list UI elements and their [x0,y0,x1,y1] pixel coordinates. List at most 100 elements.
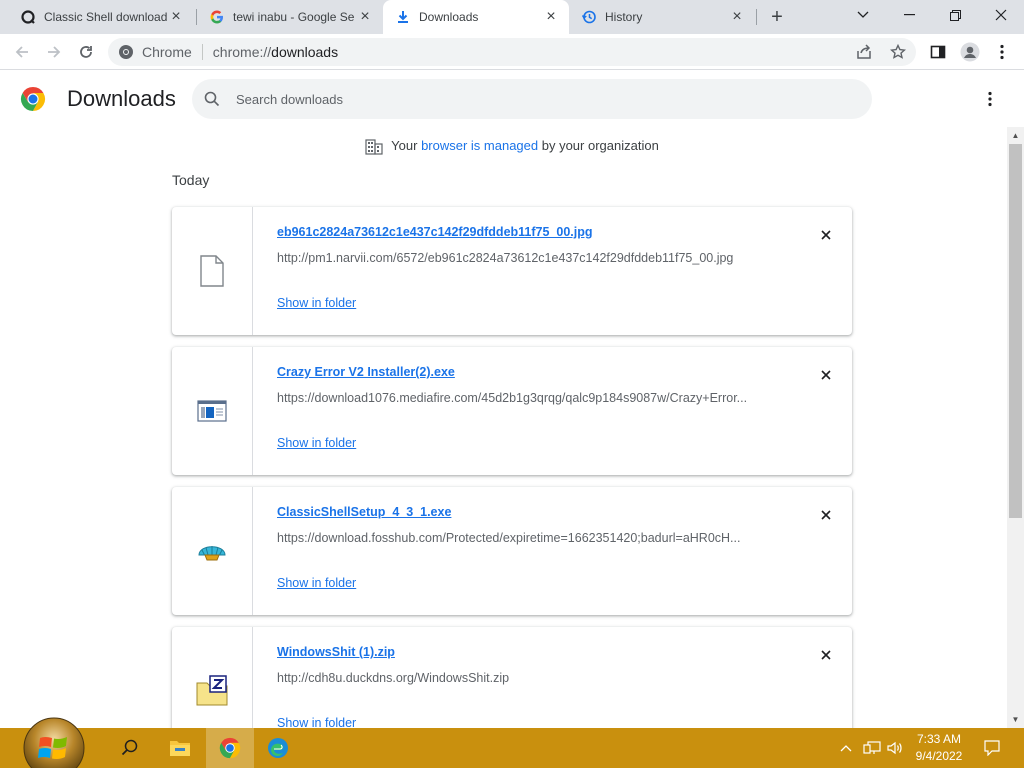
network-tray-button[interactable] [860,728,884,768]
downloads-header: Downloads [0,71,1024,127]
restore-icon [949,9,961,21]
close-tab-icon[interactable]: × [729,9,745,25]
zip-folder-icon [196,675,228,706]
chrome-menu-button[interactable] [990,40,1014,64]
forward-arrow-icon [48,46,61,58]
start-button[interactable] [22,716,86,768]
remove-download-button[interactable] [816,645,836,665]
chrome-logo-icon [20,87,46,111]
address-bar[interactable]: Chrome chrome://downloads [108,38,916,66]
remove-download-button[interactable] [816,365,836,385]
file-icon-column [172,487,253,615]
side-panel-button[interactable] [926,40,950,64]
download-item: eb961c2824a73612c1e437c142f29dfddeb11f75… [172,207,852,335]
scrollbar-thumb[interactable] [1009,144,1022,518]
speaker-icon [887,741,902,755]
tab-strip: Classic Shell download × tewi inabu - Go… [0,0,1024,34]
notification-icon [984,740,1000,756]
tab-title: Downloads [419,10,479,24]
tab-google-search[interactable]: tewi inabu - Google Se × [197,0,383,34]
site-chip-label: Chrome [142,44,192,60]
show-in-folder-link[interactable]: Show in folder [277,436,356,450]
download-item: ClassicShellSetup_4_3_1.exe https://down… [172,487,852,615]
reload-button[interactable] [74,40,98,64]
exe-window-icon [197,400,227,422]
download-filename-link[interactable]: WindowsShit (1).zip [277,645,395,659]
download-filename-link[interactable]: eb961c2824a73612c1e437c142f29dfddeb11f75… [277,225,593,239]
restore-button[interactable] [932,0,978,30]
share-button[interactable] [852,40,876,64]
search-box[interactable] [192,79,872,119]
back-button[interactable] [10,40,34,64]
close-tab-icon[interactable]: × [168,9,184,25]
taskbar-chrome[interactable] [206,728,254,768]
omnibox-divider [201,44,203,60]
chevron-down-icon [857,11,869,18]
scroll-down-arrow-icon[interactable]: ▼ [1007,711,1024,728]
forward-button[interactable] [42,40,66,64]
file-icon-column [172,347,253,475]
close-window-button[interactable] [978,0,1024,30]
reload-icon [80,46,92,58]
managed-link[interactable]: browser is managed [421,138,538,153]
close-tab-icon[interactable]: × [543,9,559,25]
remove-download-button[interactable] [816,225,836,245]
show-in-folder-link[interactable]: Show in folder [277,296,356,310]
search-input[interactable] [236,91,836,107]
search-icon [204,91,220,107]
building-icon [365,138,383,155]
side-panel-icon [930,45,946,59]
chevron-up-icon [840,745,852,752]
taskbar-clock[interactable]: 7:33 AM 9/4/2022 [904,731,974,765]
minimize-button[interactable] [886,0,932,30]
taskbar-edge[interactable] [254,728,302,768]
google-icon [209,9,225,25]
download-filename-link[interactable]: Crazy Error V2 Installer(2).exe [277,365,455,379]
bookmark-button[interactable] [886,40,910,64]
clock-time: 7:33 AM [916,732,962,746]
new-tab-button[interactable]: + [766,6,788,28]
download-source-url[interactable]: https://download1076.mediafire.com/45d2b… [277,391,747,405]
show-hidden-icons-button[interactable] [836,728,856,768]
tab-downloads[interactable]: Downloads × [383,0,569,34]
network-icon [863,741,881,754]
download-source-url[interactable]: http://pm1.narvii.com/6572/eb961c2824a73… [277,251,733,265]
close-tab-icon[interactable]: × [357,9,373,25]
download-source-url[interactable]: https://download.fosshub.com/Protected/e… [277,531,740,545]
chrome-icon [119,45,133,59]
show-in-folder-link[interactable]: Show in folder [277,576,356,590]
managed-notice: Your browser is managed by your organiza… [0,138,1024,155]
site-info-chip[interactable]: Chrome [118,44,192,60]
scroll-up-arrow-icon[interactable]: ▲ [1007,127,1024,144]
tab-title: Classic Shell download [44,10,168,24]
page-scrollbar[interactable]: ▲ ▼ [1007,127,1024,728]
close-icon [821,230,831,240]
avatar-icon [960,42,980,62]
close-icon [821,510,831,520]
remove-download-button[interactable] [816,505,836,525]
managed-text-before: Your [391,138,422,153]
page-title: Downloads [67,86,176,111]
download-source-url[interactable]: http://cdh8u.duckdns.org/WindowsShit.zip [277,671,509,685]
browser-toolbar: Chrome chrome://downloads [0,34,1024,70]
taskbar-search-button[interactable] [106,728,154,768]
clock-date: 9/4/2022 [915,749,963,763]
file-icon-column [172,207,253,335]
managed-text-after: by your organization [538,138,659,153]
kebab-menu-icon [988,91,992,107]
star-icon [890,44,906,59]
close-icon [821,370,831,380]
generic-file-icon [200,255,224,287]
downloads-menu-button[interactable] [978,87,1002,111]
close-icon [821,650,831,660]
taskbar-file-explorer[interactable] [156,728,204,768]
tab-search-button[interactable] [840,0,886,30]
profile-button[interactable] [958,40,982,64]
notification-center-button[interactable] [980,728,1004,768]
download-filename-link[interactable]: ClassicShellSetup_4_3_1.exe [277,505,451,519]
tab-classic-shell[interactable]: Classic Shell download × [8,0,194,34]
kebab-menu-icon [1000,44,1004,60]
volume-tray-button[interactable] [884,728,906,768]
tab-history[interactable]: History × [569,0,755,34]
search-icon [121,739,138,756]
